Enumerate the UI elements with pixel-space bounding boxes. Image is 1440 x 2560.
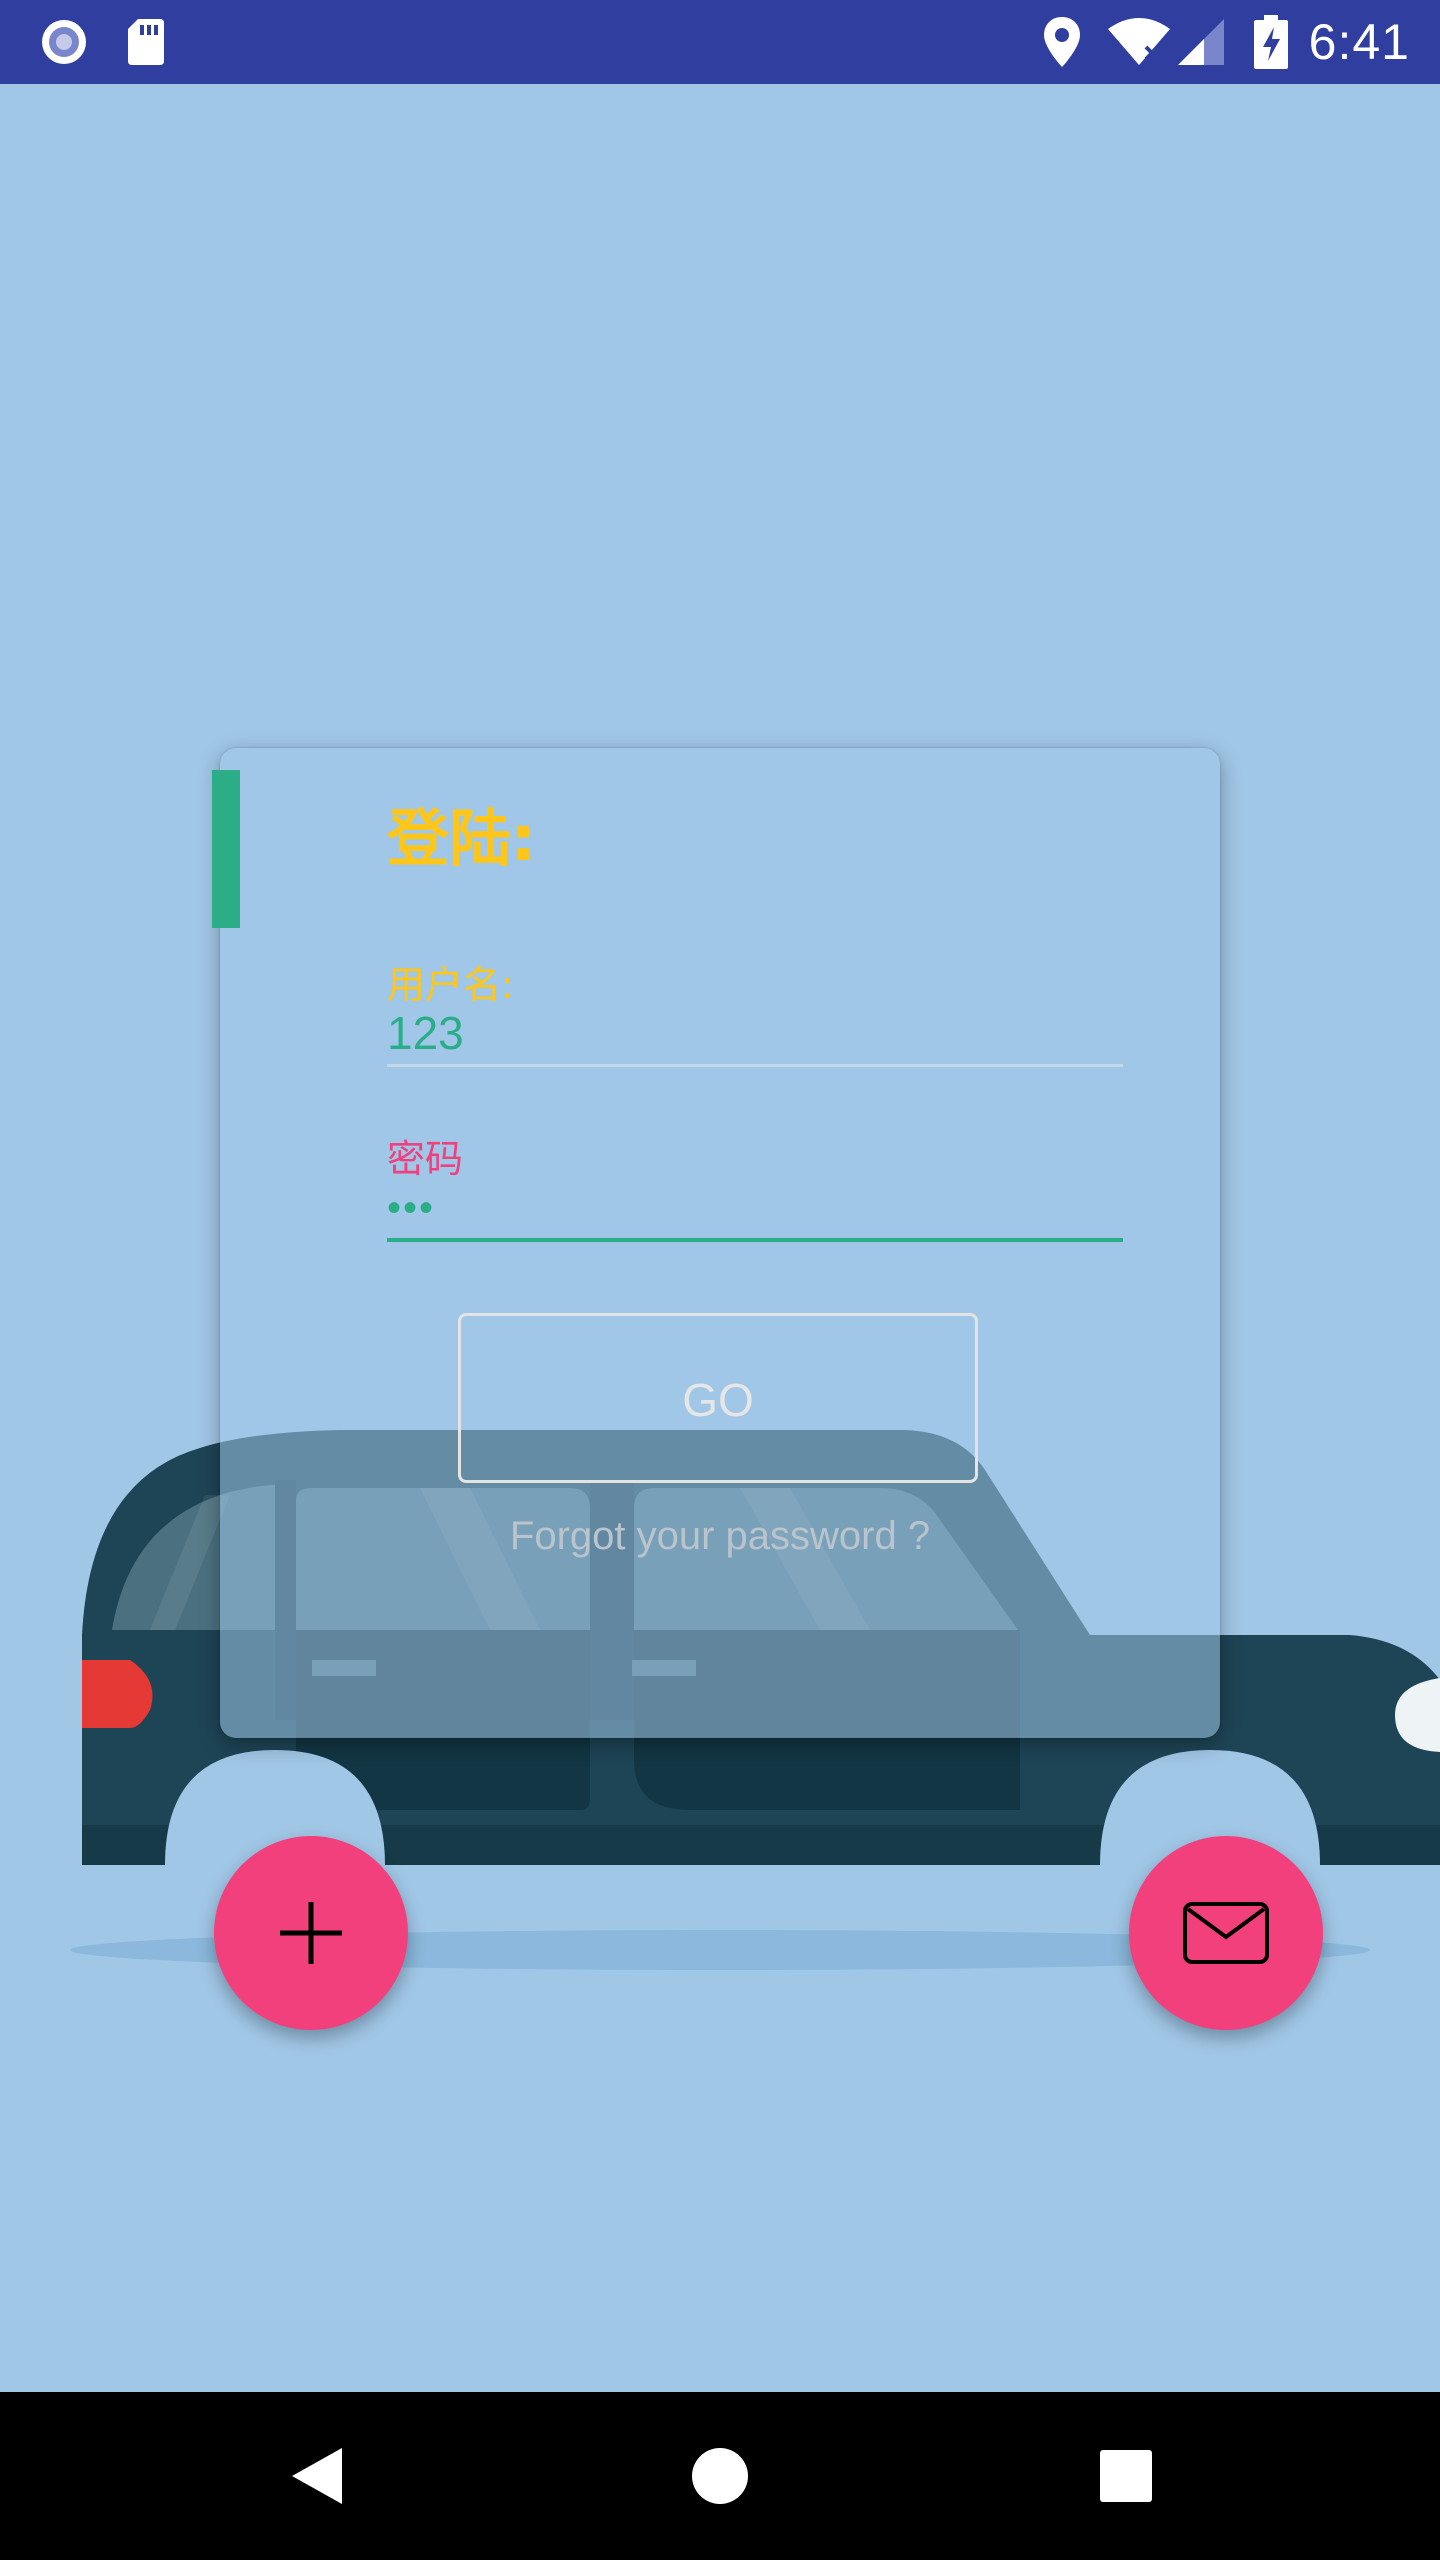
card-accent-bar — [212, 770, 240, 928]
go-button-label: GO — [682, 1374, 754, 1426]
login-card — [220, 748, 1220, 1738]
username-underline — [387, 1064, 1123, 1067]
navigation-bar — [0, 2392, 1440, 2560]
add-fab-button[interactable] — [214, 1836, 408, 2030]
mail-icon — [1183, 1902, 1269, 1964]
back-button[interactable] — [236, 2392, 396, 2560]
login-screen: 6:41 登陆: 用户名: 123 密码 ••• GO Forgot your … — [0, 0, 1440, 2560]
password-underline — [387, 1238, 1123, 1242]
car-tail-light — [82, 1660, 153, 1728]
wifi-off-icon — [1106, 0, 1172, 84]
go-button[interactable]: GO — [458, 1313, 978, 1483]
username-input[interactable]: 123 — [387, 1010, 464, 1056]
battery-charging-icon — [1254, 0, 1288, 84]
radio-icon — [38, 0, 90, 84]
recents-button[interactable] — [1046, 2392, 1206, 2560]
status-bar: 6:41 — [0, 0, 1440, 84]
recents-icon — [1100, 2450, 1152, 2502]
password-input[interactable]: ••• — [387, 1188, 435, 1228]
location-icon — [1042, 0, 1082, 84]
cell-signal-icon — [1176, 0, 1226, 84]
home-button[interactable] — [640, 2392, 800, 2560]
plus-icon — [280, 1902, 342, 1964]
home-icon — [692, 2448, 748, 2504]
forgot-password-link[interactable]: Forgot your password ? — [0, 1514, 1440, 1559]
status-time: 6:41 — [1308, 14, 1410, 70]
mail-fab-button[interactable] — [1129, 1836, 1323, 2030]
back-icon — [292, 2448, 342, 2504]
login-title: 登陆: — [387, 802, 536, 875]
sd-card-icon — [126, 0, 166, 84]
password-label: 密码 — [387, 1137, 464, 1181]
username-label: 用户名: — [387, 963, 514, 1007]
